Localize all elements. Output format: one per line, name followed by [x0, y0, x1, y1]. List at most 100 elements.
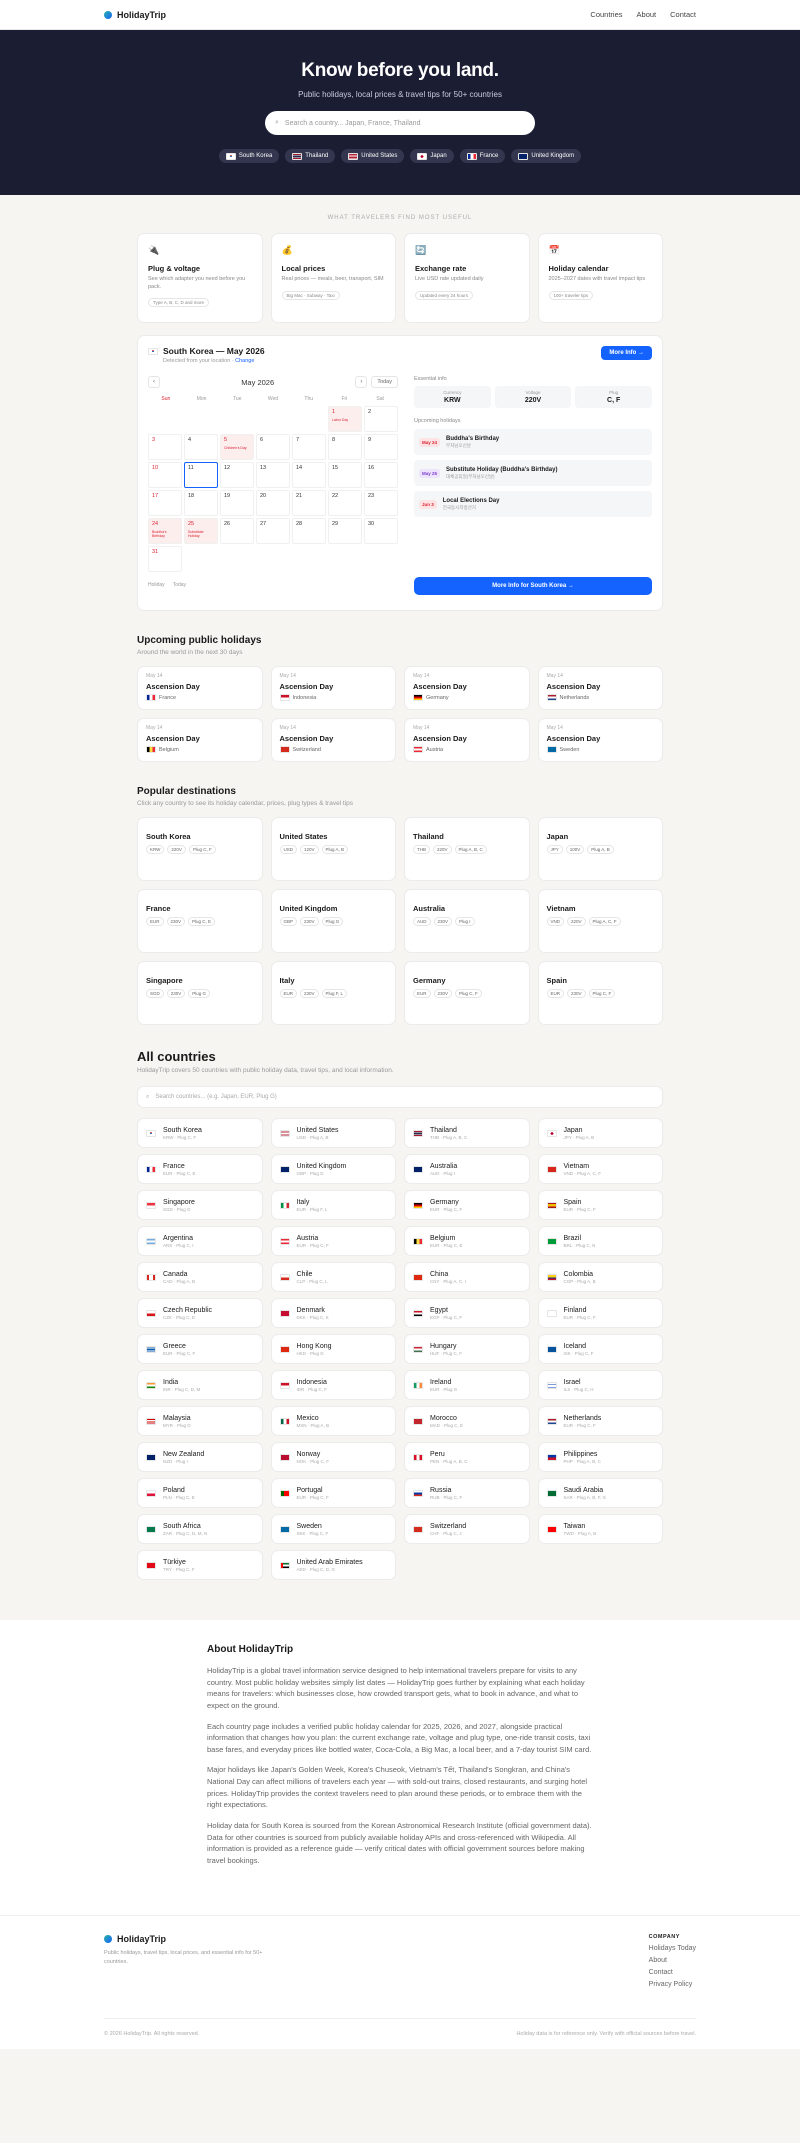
country-card[interactable]: South Korea KRW · Plug C, F: [137, 1118, 263, 1148]
country-card[interactable]: Germany EUR · Plug C, F: [404, 1190, 530, 1220]
country-card[interactable]: Switzerland CHF · Plug C, J: [404, 1514, 530, 1544]
country-card[interactable]: Brazil BRL · Plug C, N: [537, 1226, 663, 1256]
country-card[interactable]: Russia RUB · Plug C, F: [404, 1478, 530, 1508]
calendar-day[interactable]: 10: [148, 462, 182, 488]
country-chip[interactable]: Thailand: [285, 149, 336, 163]
country-card[interactable]: Saudi Arabia SAR · Plug A, B, F, G: [537, 1478, 663, 1508]
country-card[interactable]: Singapore SGD · Plug G: [137, 1190, 263, 1220]
holiday-card[interactable]: May 14 Ascension Day Switzerland: [270, 718, 396, 762]
footer-link-about[interactable]: About: [649, 1957, 696, 1964]
country-card[interactable]: India INR · Plug C, D, M: [137, 1370, 263, 1400]
country-card[interactable]: Hungary HUF · Plug C, F: [404, 1334, 530, 1364]
country-card[interactable]: Chile CLP · Plug C, L: [270, 1262, 396, 1292]
upcoming-holiday-row[interactable]: May 24 Buddha's Birthday 부처님오신날: [414, 429, 652, 455]
hero-search-input[interactable]: ⌕ Search a country... Japan, France, Thai…: [265, 111, 535, 135]
calendar-day[interactable]: 9: [364, 434, 398, 460]
country-info-button[interactable]: More Info for South Korea →: [414, 577, 652, 595]
country-card[interactable]: United Kingdom GBP · Plug G: [270, 1154, 396, 1184]
destination-card[interactable]: Australia AUD 230V Plug I: [404, 889, 530, 953]
country-card[interactable]: Canada CAD · Plug A, B: [137, 1262, 263, 1292]
country-card[interactable]: Indonesia IDR · Plug C, F: [270, 1370, 396, 1400]
upcoming-holiday-row[interactable]: Jun 3 Local Elections Day 전국동시지방선거: [414, 491, 652, 517]
destination-card[interactable]: Italy EUR 230V Plug F, L: [270, 961, 396, 1025]
calendar-day[interactable]: 8: [328, 434, 362, 460]
country-card[interactable]: Australia AUD · Plug I: [404, 1154, 530, 1184]
destination-card[interactable]: South Korea KRW 220V Plug C, F: [137, 817, 263, 881]
calendar-day[interactable]: 12: [220, 462, 254, 488]
country-card[interactable]: Argentina ARS · Plug C, I: [137, 1226, 263, 1256]
country-card[interactable]: Norway NOK · Plug C, F: [270, 1442, 396, 1472]
calendar-day[interactable]: 1 Labor Day: [328, 406, 362, 432]
calendar-day[interactable]: 31: [148, 546, 182, 572]
country-card[interactable]: Spain EUR · Plug C, F: [537, 1190, 663, 1220]
country-card[interactable]: Israel ILS · Plug C, H: [537, 1370, 663, 1400]
country-card[interactable]: Greece EUR · Plug C, F: [137, 1334, 263, 1364]
country-card[interactable]: Czech Republic CZK · Plug C, E: [137, 1298, 263, 1328]
country-card[interactable]: Colombia COP · Plug A, B: [537, 1262, 663, 1292]
country-card[interactable]: Iceland ISK · Plug C, F: [537, 1334, 663, 1364]
footer-link-contact[interactable]: Contact: [649, 1969, 696, 1976]
calendar-day[interactable]: 26: [220, 518, 254, 544]
country-card[interactable]: United Arab Emirates AED · Plug C, D, G: [270, 1550, 396, 1580]
today-button[interactable]: Today: [371, 376, 398, 388]
country-card[interactable]: Taiwan TWD · Plug A, B: [537, 1514, 663, 1544]
country-card[interactable]: Türkiye TRY · Plug C, F: [137, 1550, 263, 1580]
calendar-day[interactable]: 6: [256, 434, 290, 460]
country-card[interactable]: Portugal EUR · Plug C, F: [270, 1478, 396, 1508]
country-chip[interactable]: France: [459, 149, 506, 163]
country-chip[interactable]: United States: [341, 149, 405, 163]
calendar-day[interactable]: 5 Children's Day: [220, 434, 254, 460]
country-card[interactable]: Philippines PHP · Plug A, B, C: [537, 1442, 663, 1472]
calendar-day[interactable]: 24 Buddha's Birthday: [148, 518, 182, 544]
country-card[interactable]: Mexico MXN · Plug A, B: [270, 1406, 396, 1436]
holiday-card[interactable]: May 14 Ascension Day Germany: [404, 666, 530, 710]
country-card[interactable]: Hong Kong HKD · Plug G: [270, 1334, 396, 1364]
calendar-day[interactable]: 23: [364, 490, 398, 516]
country-card[interactable]: New Zealand NZD · Plug I: [137, 1442, 263, 1472]
country-card[interactable]: Sweden SEK · Plug C, F: [270, 1514, 396, 1544]
holiday-card[interactable]: May 14 Ascension Day Indonesia: [270, 666, 396, 710]
calendar-day[interactable]: 21: [292, 490, 326, 516]
calendar-day[interactable]: 27: [256, 518, 290, 544]
brand-logo[interactable]: HolidayTrip: [104, 10, 166, 20]
country-card[interactable]: Morocco MAD · Plug C, E: [404, 1406, 530, 1436]
nav-link-contact[interactable]: Contact: [670, 10, 696, 19]
destination-card[interactable]: Thailand THB 220V Plug A, B, C: [404, 817, 530, 881]
calendar-day[interactable]: 17: [148, 490, 182, 516]
calendar-day[interactable]: 18: [184, 490, 218, 516]
country-card[interactable]: Vietnam VND · Plug A, C, F: [537, 1154, 663, 1184]
next-month-button[interactable]: ›: [355, 376, 368, 388]
calendar-day[interactable]: 15: [328, 462, 362, 488]
calendar-day[interactable]: 25 Substitute Holiday: [184, 518, 218, 544]
destination-card[interactable]: United States USD 120V Plug A, B: [270, 817, 396, 881]
country-card[interactable]: Austria EUR · Plug C, F: [270, 1226, 396, 1256]
holiday-card[interactable]: May 14 Ascension Day France: [137, 666, 263, 710]
calendar-day[interactable]: 22: [328, 490, 362, 516]
country-card[interactable]: Belgium EUR · Plug C, E: [404, 1226, 530, 1256]
destination-card[interactable]: Spain EUR 230V Plug C, F: [537, 961, 663, 1025]
nav-link-countries[interactable]: Countries: [590, 10, 622, 19]
calendar-day[interactable]: 16: [364, 462, 398, 488]
calendar-day[interactable]: 20: [256, 490, 290, 516]
calendar-day[interactable]: 4: [184, 434, 218, 460]
calendar-day[interactable]: 11: [184, 462, 218, 488]
calendar-day[interactable]: 29: [328, 518, 362, 544]
footer-link-privacy[interactable]: Privacy Policy: [649, 1981, 696, 1988]
calendar-day[interactable]: 7: [292, 434, 326, 460]
calendar-day[interactable]: 3: [148, 434, 182, 460]
country-card[interactable]: Netherlands EUR · Plug C, F: [537, 1406, 663, 1436]
country-card[interactable]: Malaysia MYR · Plug G: [137, 1406, 263, 1436]
country-card[interactable]: Denmark DKK · Plug C, K: [270, 1298, 396, 1328]
country-card[interactable]: China CNY · Plug A, C, I: [404, 1262, 530, 1292]
nav-link-about[interactable]: About: [637, 10, 657, 19]
calendar-day[interactable]: 13: [256, 462, 290, 488]
holiday-card[interactable]: May 14 Ascension Day Belgium: [137, 718, 263, 762]
country-card[interactable]: South Africa ZAR · Plug C, D, M, N: [137, 1514, 263, 1544]
country-card[interactable]: Finland EUR · Plug C, F: [537, 1298, 663, 1328]
country-card[interactable]: Japan JPY · Plug A, B: [537, 1118, 663, 1148]
destination-card[interactable]: Germany EUR 230V Plug C, F: [404, 961, 530, 1025]
country-card[interactable]: Peru PEN · Plug A, B, C: [404, 1442, 530, 1472]
destination-card[interactable]: France EUR 230V Plug C, E: [137, 889, 263, 953]
prev-month-button[interactable]: ‹: [148, 376, 160, 388]
more-info-button[interactable]: More Info →: [601, 346, 652, 360]
